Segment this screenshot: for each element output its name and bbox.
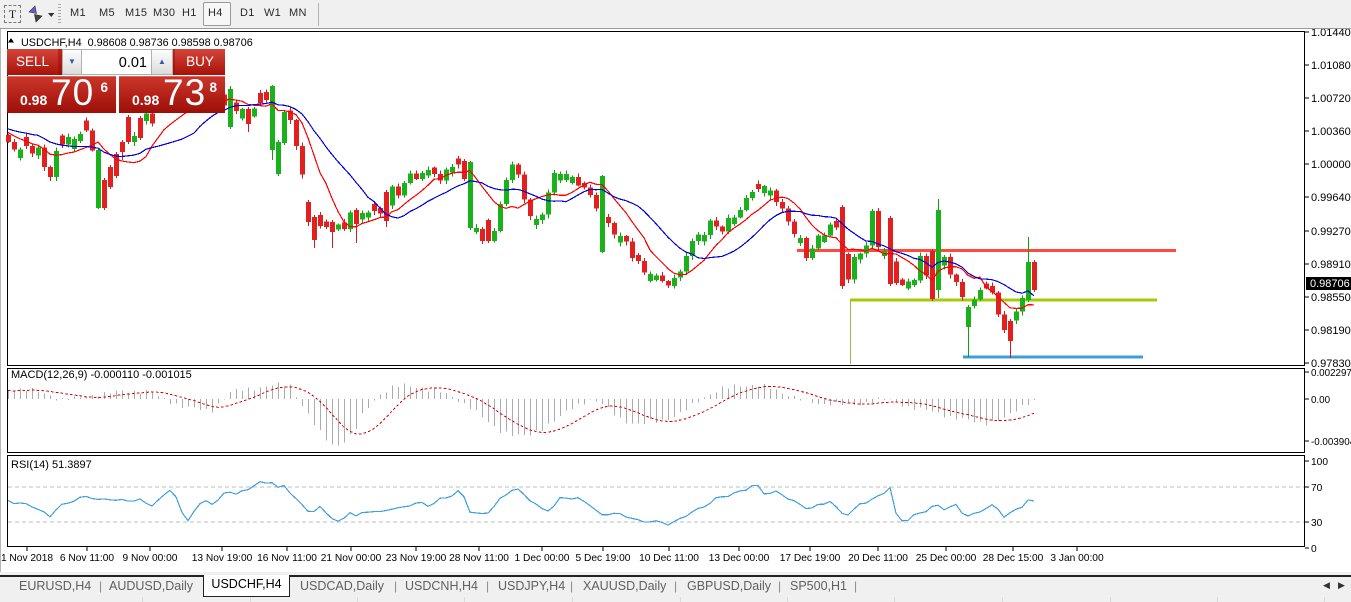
svg-text:13 Dec 00:00: 13 Dec 00:00	[709, 553, 770, 564]
svg-text:20 Dec 11:00: 20 Dec 11:00	[848, 553, 908, 564]
svg-text:16 Nov 11:00: 16 Nov 11:00	[257, 553, 317, 564]
svg-text:5 Dec 19:00: 5 Dec 19:00	[576, 553, 631, 564]
svg-text:1.01440: 1.01440	[1311, 29, 1351, 39]
svg-text:30: 30	[1311, 518, 1323, 529]
svg-text:70: 70	[1311, 483, 1323, 494]
svg-text:1.00720: 1.00720	[1311, 93, 1351, 105]
svg-text:1.01080: 1.01080	[1311, 60, 1351, 72]
svg-text:3 Jan 00:00: 3 Jan 00:00	[1050, 553, 1104, 564]
svg-text:1.00360: 1.00360	[1311, 126, 1351, 138]
svg-text:17 Dec 19:00: 17 Dec 19:00	[780, 553, 841, 564]
svg-text:13 Nov 19:00: 13 Nov 19:00	[192, 553, 253, 564]
svg-text:1 Nov 2018: 1 Nov 2018	[1, 553, 53, 564]
svg-text:100: 100	[1311, 457, 1328, 468]
svg-text:1 Dec 00:00: 1 Dec 00:00	[515, 553, 570, 564]
svg-text:28 Dec 15:00: 28 Dec 15:00	[983, 553, 1044, 564]
svg-text:0.98910: 0.98910	[1311, 259, 1351, 271]
svg-text:0.99270: 0.99270	[1311, 226, 1351, 238]
svg-text:0.002297: 0.002297	[1311, 368, 1351, 379]
svg-text:23 Nov 19:00: 23 Nov 19:00	[386, 553, 447, 564]
svg-text:25 Dec 00:00: 25 Dec 00:00	[916, 553, 977, 564]
svg-text:RSI(14) 51.3897: RSI(14) 51.3897	[11, 459, 92, 471]
svg-text:9 Nov 00:00: 9 Nov 00:00	[123, 553, 178, 564]
svg-text:10 Dec 11:00: 10 Dec 11:00	[639, 553, 699, 564]
svg-text:28 Nov 11:00: 28 Nov 11:00	[449, 553, 509, 564]
svg-text:MACD(12,26,9) -0.000110 -0.001: MACD(12,26,9) -0.000110 -0.001015	[11, 369, 192, 381]
svg-text:0.98706: 0.98706	[1310, 278, 1350, 290]
svg-text:USDCHF,H4 0.98608 0.98736 0.9: USDCHF,H4 0.98608 0.98736 0.98598 0.9870…	[21, 37, 253, 49]
svg-text:0.98550: 0.98550	[1311, 292, 1351, 304]
svg-text:-0.003904: -0.003904	[1311, 437, 1351, 448]
svg-text:0.00: 0.00	[1311, 395, 1331, 406]
svg-text:0.98190: 0.98190	[1311, 325, 1351, 337]
svg-text:6 Nov 11:00: 6 Nov 11:00	[60, 553, 115, 564]
svg-text:0.99640: 0.99640	[1311, 192, 1351, 204]
svg-text:1.00000: 1.00000	[1311, 159, 1351, 171]
svg-text:0: 0	[1311, 544, 1317, 555]
svg-text:21 Nov 00:00: 21 Nov 00:00	[321, 553, 382, 564]
